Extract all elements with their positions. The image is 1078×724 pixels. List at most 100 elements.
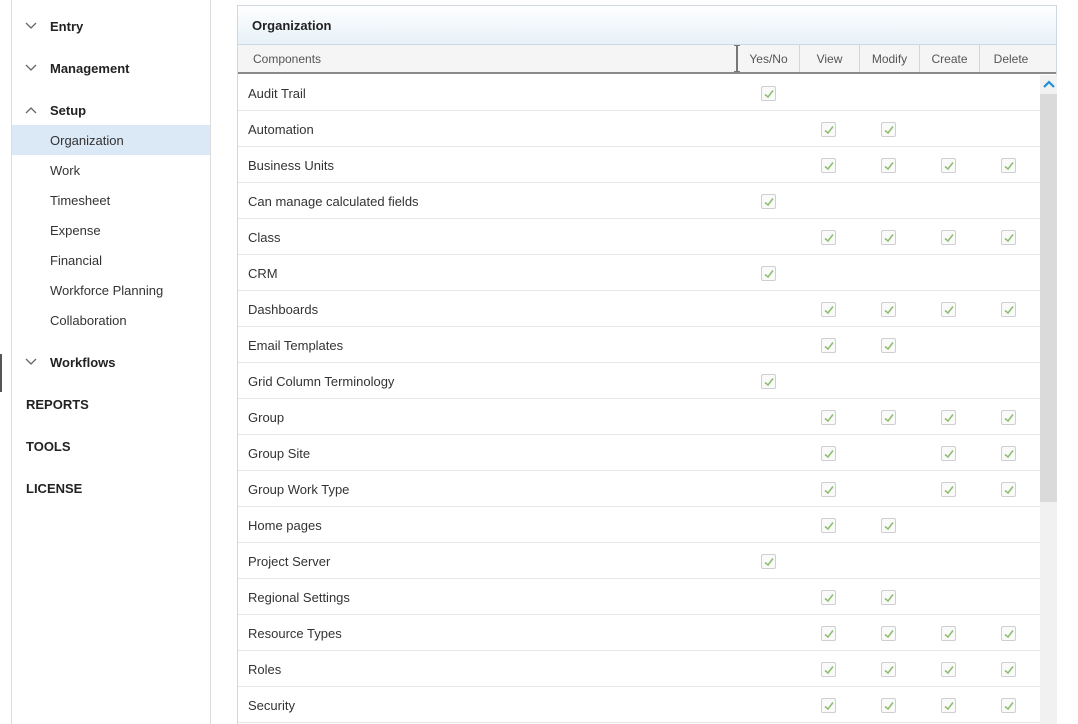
permission-checkbox-modify[interactable] — [881, 518, 896, 533]
permission-checkbox-create[interactable] — [941, 158, 956, 173]
permission-checkbox-yes-no[interactable] — [761, 554, 776, 569]
permission-checkbox-create[interactable] — [941, 230, 956, 245]
scrollbar-thumb[interactable] — [1040, 94, 1057, 502]
permission-checkbox-view[interactable] — [821, 518, 836, 533]
permission-checkbox-delete[interactable] — [1001, 626, 1016, 641]
permission-checkbox-create[interactable] — [941, 410, 956, 425]
col-modify[interactable]: Modify — [860, 45, 919, 72]
checkmark-icon — [884, 414, 894, 423]
checkmark-icon — [824, 594, 834, 603]
permission-checkbox-view[interactable] — [821, 302, 836, 317]
permission-checkbox-view[interactable] — [821, 698, 836, 713]
nav-group-workflows[interactable]: Workflows — [12, 347, 210, 377]
permission-checkbox-delete[interactable] — [1001, 698, 1016, 713]
collapse-handle[interactable] — [0, 354, 2, 392]
permission-checkbox-modify[interactable] — [881, 302, 896, 317]
permission-checkbox-view[interactable] — [821, 482, 836, 497]
permission-checkbox-view[interactable] — [821, 446, 836, 461]
nav-group-entry[interactable]: Entry — [12, 11, 210, 41]
component-name: Security — [248, 697, 295, 713]
scroll-up-arrow-icon[interactable] — [1040, 75, 1057, 93]
checkmark-icon — [764, 558, 774, 567]
checkmark-icon — [824, 666, 834, 675]
permission-checkbox-delete[interactable] — [1001, 302, 1016, 317]
checkmark-icon — [1004, 486, 1014, 495]
permission-checkbox-modify[interactable] — [881, 590, 896, 605]
component-name: Grid Column Terminology — [248, 373, 395, 389]
table-row: Roles — [238, 651, 1040, 687]
checkmark-icon — [944, 666, 954, 675]
sidebar-item-work[interactable]: Work — [12, 155, 210, 185]
checkmark-icon — [824, 486, 834, 495]
permission-checkbox-yes-no[interactable] — [761, 266, 776, 281]
nav-group-management[interactable]: Management — [12, 53, 210, 83]
checkmark-icon — [944, 414, 954, 423]
checkmark-icon — [944, 630, 954, 639]
permission-checkbox-delete[interactable] — [1001, 158, 1016, 173]
permission-checkbox-view[interactable] — [821, 122, 836, 137]
permission-checkbox-delete[interactable] — [1001, 662, 1016, 677]
sidebar-item-financial[interactable]: Financial — [12, 245, 210, 275]
permission-checkbox-create[interactable] — [941, 446, 956, 461]
component-name: Dashboards — [248, 301, 319, 317]
permission-checkbox-delete[interactable] — [1001, 410, 1016, 425]
permission-checkbox-modify[interactable] — [881, 338, 896, 353]
table-row: Resource Types — [238, 615, 1040, 651]
permission-checkbox-create[interactable] — [941, 302, 956, 317]
permission-checkbox-delete[interactable] — [1001, 446, 1016, 461]
permission-checkbox-modify[interactable] — [881, 626, 896, 641]
permission-checkbox-modify[interactable] — [881, 698, 896, 713]
table-row: Project Server — [238, 543, 1040, 579]
permission-checkbox-modify[interactable] — [881, 410, 896, 425]
permissions-table-body: Audit Trail Automation Business Units Can m… — [238, 75, 1040, 723]
sidebar-item-workforce-planning[interactable]: Workforce Planning — [12, 275, 210, 305]
nav-group-label: Setup — [50, 102, 87, 118]
checkmark-icon — [824, 450, 834, 459]
permission-checkbox-delete[interactable] — [1001, 230, 1016, 245]
permission-checkbox-view[interactable] — [821, 410, 836, 425]
col-view[interactable]: View — [800, 45, 859, 72]
nav-tools[interactable]: TOOLS — [26, 431, 71, 461]
nav-group-setup[interactable]: Setup — [12, 95, 210, 125]
permission-checkbox-yes-no[interactable] — [761, 86, 776, 101]
table-row: Can manage calculated fields — [238, 183, 1040, 219]
permission-checkbox-delete[interactable] — [1001, 482, 1016, 497]
permission-checkbox-view[interactable] — [821, 338, 836, 353]
checkmark-icon — [1004, 702, 1014, 711]
permission-checkbox-yes-no[interactable] — [761, 374, 776, 389]
permission-checkbox-modify[interactable] — [881, 158, 896, 173]
nav-license[interactable]: LICENSE — [26, 473, 82, 503]
permission-checkbox-modify[interactable] — [881, 662, 896, 677]
sidebar-item-timesheet[interactable]: Timesheet — [12, 185, 210, 215]
checkmark-icon — [884, 306, 894, 315]
component-name: Business Units — [248, 157, 334, 173]
permission-checkbox-view[interactable] — [821, 626, 836, 641]
sidebar-item-organization[interactable]: Organization — [12, 125, 210, 155]
checkmark-icon — [1004, 450, 1014, 459]
permission-checkbox-create[interactable] — [941, 626, 956, 641]
nav-reports[interactable]: REPORTS — [26, 389, 89, 419]
permission-checkbox-modify[interactable] — [881, 122, 896, 137]
sidebar-item-collaboration[interactable]: Collaboration — [12, 305, 210, 335]
permission-checkbox-view[interactable] — [821, 230, 836, 245]
permission-checkbox-create[interactable] — [941, 482, 956, 497]
col-components[interactable]: Components — [253, 45, 321, 72]
permission-checkbox-view[interactable] — [821, 662, 836, 677]
col-create[interactable]: Create — [920, 45, 979, 72]
permission-checkbox-yes-no[interactable] — [761, 194, 776, 209]
permission-checkbox-view[interactable] — [821, 590, 836, 605]
permission-checkbox-create[interactable] — [941, 662, 956, 677]
panel-title: Organization — [238, 6, 1056, 45]
sidebar-item-expense[interactable]: Expense — [12, 215, 210, 245]
permission-checkbox-modify[interactable] — [881, 230, 896, 245]
checkmark-icon — [824, 306, 834, 315]
component-name: Regional Settings — [248, 589, 350, 605]
checkmark-icon — [824, 126, 834, 135]
permission-checkbox-view[interactable] — [821, 158, 836, 173]
col-delete[interactable]: Delete — [980, 45, 1042, 72]
checkmark-icon — [884, 126, 894, 135]
component-name: Roles — [248, 661, 282, 677]
checkmark-icon — [944, 306, 954, 315]
permission-checkbox-create[interactable] — [941, 698, 956, 713]
col-yes-no[interactable]: Yes/No — [738, 45, 799, 72]
